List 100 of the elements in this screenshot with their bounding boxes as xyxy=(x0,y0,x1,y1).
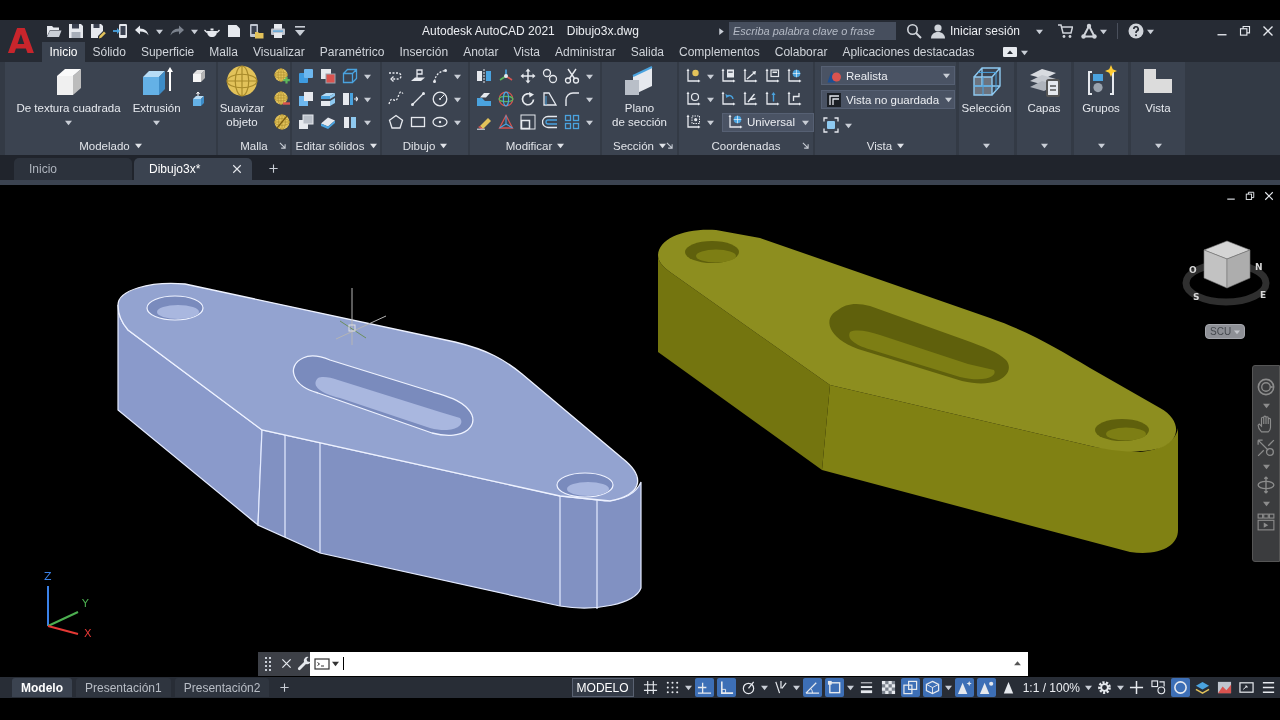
caret-icon[interactable] xyxy=(658,142,666,149)
line-icon[interactable] xyxy=(410,91,426,107)
ribbon-tab[interactable]: Sólido xyxy=(85,42,134,62)
printer-icon[interactable] xyxy=(270,23,286,39)
sign-in-button[interactable]: Iniciar sesión xyxy=(927,23,1022,39)
triangle-axes-icon[interactable] xyxy=(498,114,514,130)
ribbon-tab[interactable]: Colaborar xyxy=(767,42,835,62)
command-prompt-icon[interactable] xyxy=(314,655,330,672)
trapezoid-icon[interactable] xyxy=(542,91,558,107)
ribbon-tab[interactable]: Aplicaciones destacadas xyxy=(834,42,982,62)
flag-on-plane-icon[interactable] xyxy=(410,68,426,84)
document-icon[interactable] xyxy=(226,23,242,39)
caret-icon[interactable] xyxy=(707,95,714,103)
rounded-corner-icon[interactable] xyxy=(564,91,580,107)
caret-icon[interactable] xyxy=(1147,27,1154,35)
steering-wheel-icon[interactable] xyxy=(1257,378,1275,396)
caret-icon[interactable] xyxy=(364,72,371,80)
plus-icon[interactable] xyxy=(279,682,291,693)
ribbon-dropdown[interactable]: Universal xyxy=(722,112,814,132)
model-space-button[interactable]: MODELO xyxy=(571,678,634,697)
caret-icon[interactable] xyxy=(1117,684,1124,691)
layout-tab[interactable]: Presentación1 xyxy=(76,678,171,697)
scissors-icon[interactable] xyxy=(564,68,580,84)
rectangle-icon[interactable] xyxy=(410,114,426,130)
overlapping-blocks-icon[interactable] xyxy=(298,114,314,130)
globe-minus-icon[interactable] xyxy=(274,91,291,107)
three-axes-icon[interactable] xyxy=(498,68,514,84)
caret-icon[interactable] xyxy=(369,142,377,149)
ribbon-dropdown[interactable]: Vista no guardada xyxy=(821,90,955,109)
ribbon-tab[interactable]: Superficie xyxy=(133,42,202,62)
caret-icon[interactable] xyxy=(586,95,593,103)
nested-curves-icon[interactable] xyxy=(542,114,558,130)
caret-icon[interactable] xyxy=(684,684,692,691)
ribbon-tab[interactable]: Inicio xyxy=(42,42,85,62)
caret-icon[interactable] xyxy=(792,684,800,691)
caret-icon[interactable] xyxy=(1097,142,1105,149)
close-icon[interactable] xyxy=(1262,25,1274,37)
launcher-arrow-icon[interactable] xyxy=(666,142,673,149)
shapes-icon[interactable] xyxy=(1149,678,1168,697)
square-corner-icon[interactable] xyxy=(824,678,844,697)
axes-bulb-icon[interactable] xyxy=(685,68,701,84)
caret-icon[interactable] xyxy=(332,660,339,667)
search-icon[interactable] xyxy=(905,23,922,39)
caret-icon[interactable] xyxy=(364,95,371,103)
axes-target-icon[interactable] xyxy=(685,114,701,130)
compass-label[interactable]: E xyxy=(1260,290,1267,300)
globe-plus-icon[interactable] xyxy=(274,68,291,84)
move-arrows-icon[interactable] xyxy=(520,68,536,84)
floppy-disk-pencil-icon[interactable] xyxy=(90,23,106,39)
ribbon-tab[interactable]: Salida xyxy=(623,42,672,62)
caret-icon[interactable] xyxy=(897,142,905,149)
box-arrow-icon[interactable] xyxy=(190,91,207,107)
plus-icon[interactable] xyxy=(268,163,279,174)
ribbon-tab[interactable]: Administrar xyxy=(547,42,624,62)
file-tab[interactable]: Inicio xyxy=(14,158,132,180)
compass-label[interactable]: N xyxy=(1255,262,1263,272)
caret-icon[interactable] xyxy=(586,118,593,126)
view-cube[interactable] xyxy=(1182,240,1270,306)
ribbon-tab[interactable]: Paramétrico xyxy=(312,42,392,62)
ribbon-button[interactable]: Extrusión xyxy=(130,65,183,126)
caret-icon[interactable] xyxy=(134,142,142,149)
axes-globe-icon[interactable] xyxy=(786,68,802,84)
caret-icon[interactable] xyxy=(191,27,198,35)
layout-tab[interactable]: Modelo xyxy=(12,678,72,697)
square-cutout-icon[interactable] xyxy=(320,68,336,84)
launcher-arrow-icon[interactable] xyxy=(802,142,809,149)
overlapping-squares-icon[interactable] xyxy=(900,678,920,697)
up-caret-icon[interactable] xyxy=(1013,659,1022,668)
caret-icon[interactable] xyxy=(440,142,448,149)
close-icon[interactable] xyxy=(232,164,242,174)
file-tab[interactable]: Dibujo3x* xyxy=(134,158,252,180)
ribbon-button[interactable]: Plano de sección xyxy=(610,65,669,129)
ellipse-icon[interactable] xyxy=(432,114,448,130)
two-plates-icon[interactable] xyxy=(342,114,358,130)
axes-window-icon[interactable] xyxy=(764,68,780,84)
search-field[interactable]: Escriba palabra clave o frase xyxy=(728,22,896,40)
ribbon-button[interactable]: Suavizar objeto xyxy=(217,65,267,129)
triangle-sparkle-icon[interactable] xyxy=(954,678,974,697)
phone-arrow-icon[interactable] xyxy=(112,23,128,39)
zoom-icon[interactable] xyxy=(1257,439,1275,457)
caret-icon[interactable] xyxy=(707,118,714,126)
close-icon[interactable] xyxy=(1264,191,1274,201)
axes-diagonal-arrow-icon[interactable] xyxy=(742,68,758,84)
ribbon-button[interactable]: Grupos xyxy=(1080,65,1122,115)
ringed-sphere-icon[interactable] xyxy=(498,91,514,107)
ribbon-tab[interactable]: Complementos xyxy=(671,42,768,62)
split-blocks-icon[interactable] xyxy=(342,91,358,107)
triangle-nodes-icon[interactable] xyxy=(1081,23,1097,39)
restore-icon[interactable] xyxy=(1245,191,1255,201)
ribbon-tab[interactable]: Malla xyxy=(201,42,246,62)
launcher-arrow-icon[interactable] xyxy=(279,142,286,149)
caret-icon[interactable] xyxy=(1036,27,1043,35)
axes-up-arrow-icon[interactable] xyxy=(764,91,780,107)
pentagon-icon[interactable] xyxy=(388,114,404,130)
wire-box-icon[interactable] xyxy=(342,68,358,84)
help-icon[interactable] xyxy=(1128,23,1144,39)
square-grid-icon[interactable] xyxy=(564,114,580,130)
axes-document-icon[interactable] xyxy=(720,68,736,84)
globe-slash-icon[interactable] xyxy=(274,114,291,130)
annotation-scale-button[interactable]: 1:1 / 100% xyxy=(1020,680,1082,695)
